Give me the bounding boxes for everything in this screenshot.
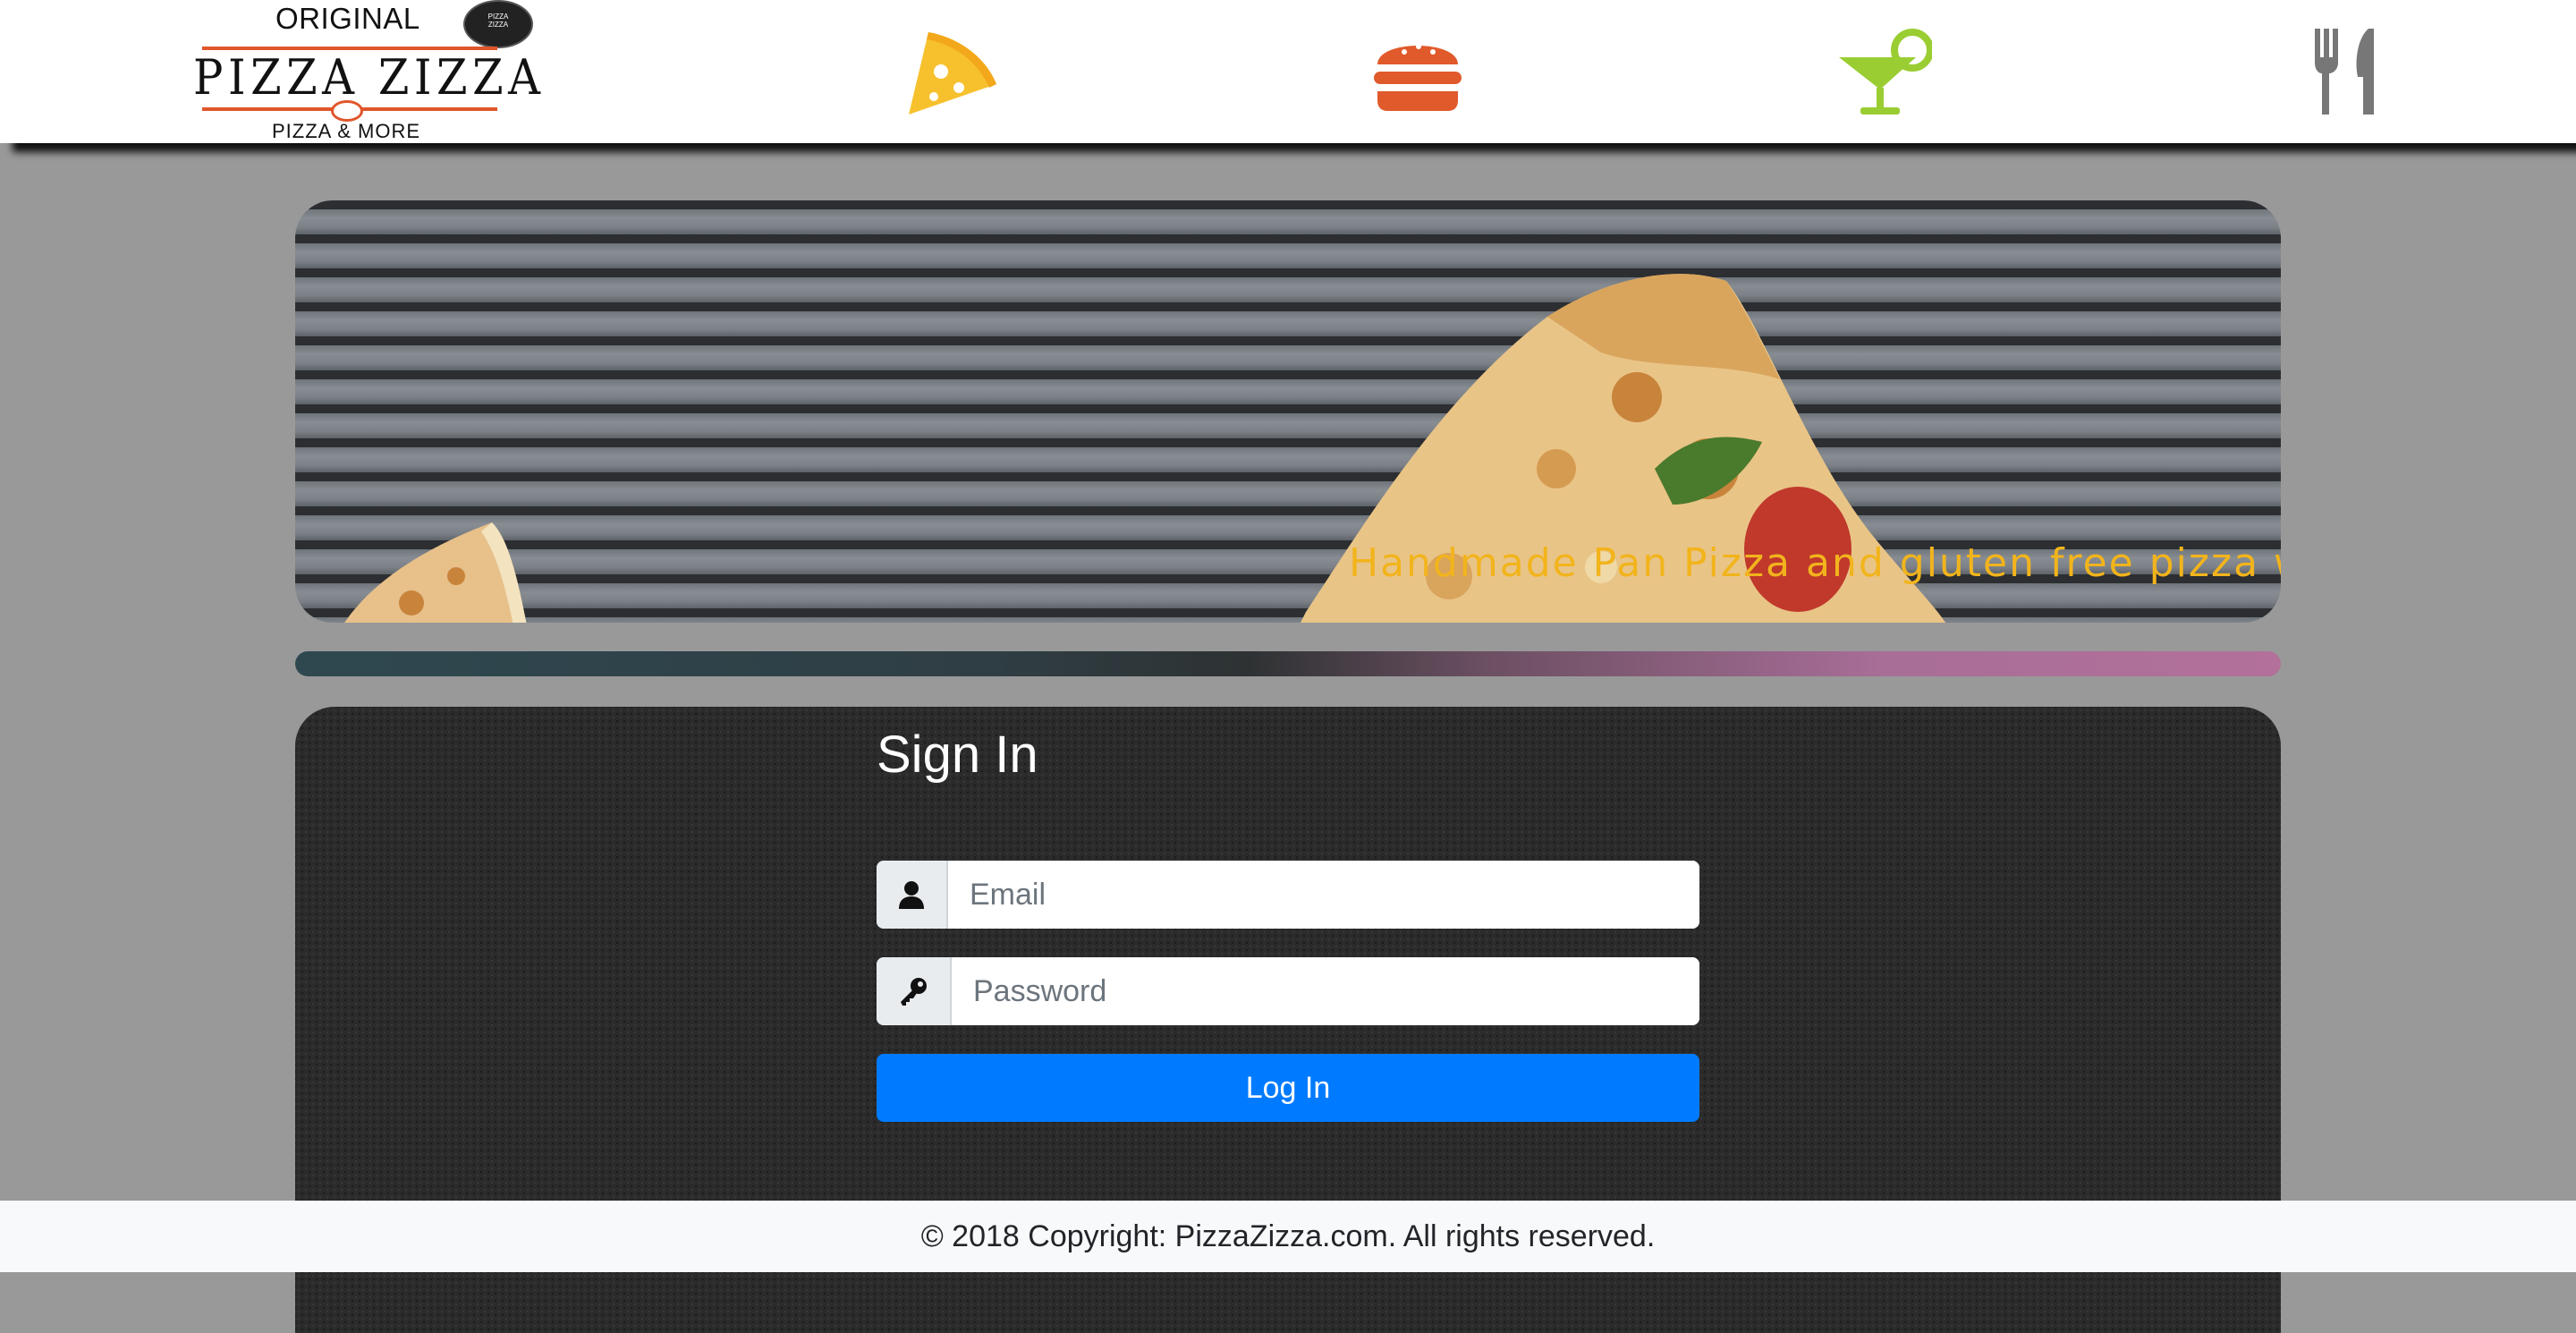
utensils-icon[interactable] [2299, 25, 2397, 118]
password-input[interactable] [952, 957, 1699, 1025]
password-input-group [877, 957, 1699, 1025]
hero-banner: Handmade Pan Pizza and gluten free pizza… [295, 200, 2281, 623]
logo[interactable]: ORIGINAL PIZZA ZIZZA PIZZA ZIZZA PIZZA &… [190, 0, 540, 143]
cocktail-icon[interactable] [1834, 25, 1932, 118]
email-input-group [877, 861, 1699, 929]
logo-top-text: ORIGINAL [275, 2, 420, 35]
logo-sub-text: PIZZA & MORE [272, 120, 421, 142]
footer: © 2018 Copyright: PizzaZizza.com. All ri… [0, 1201, 2576, 1272]
logo-badge-text: PIZZA ZIZZA [487, 13, 509, 29]
user-icon [877, 861, 948, 929]
email-input[interactable] [948, 861, 1699, 929]
pizza-slice-icon[interactable] [903, 25, 1002, 118]
footer-copyright: © 2018 Copyright: PizzaZizza.com. All ri… [920, 1218, 1656, 1253]
banner-marquee-text: Handmade Pan Pizza and gluten free pizza… [1349, 540, 2281, 586]
decorative-gradient-bar [295, 651, 2281, 676]
logo-badge: PIZZA ZIZZA [463, 0, 533, 48]
hamburger-icon[interactable] [1368, 25, 1467, 118]
logo-main-text: PIZZA ZIZZA [193, 49, 546, 106]
signin-title: Sign In [877, 726, 1038, 784]
key-icon [877, 957, 952, 1025]
pizza-crust-image [344, 522, 527, 623]
header: ORIGINAL PIZZA ZIZZA PIZZA ZIZZA PIZZA &… [0, 0, 2576, 143]
logo-oval [331, 100, 363, 122]
login-button[interactable]: Log In [877, 1054, 1699, 1122]
